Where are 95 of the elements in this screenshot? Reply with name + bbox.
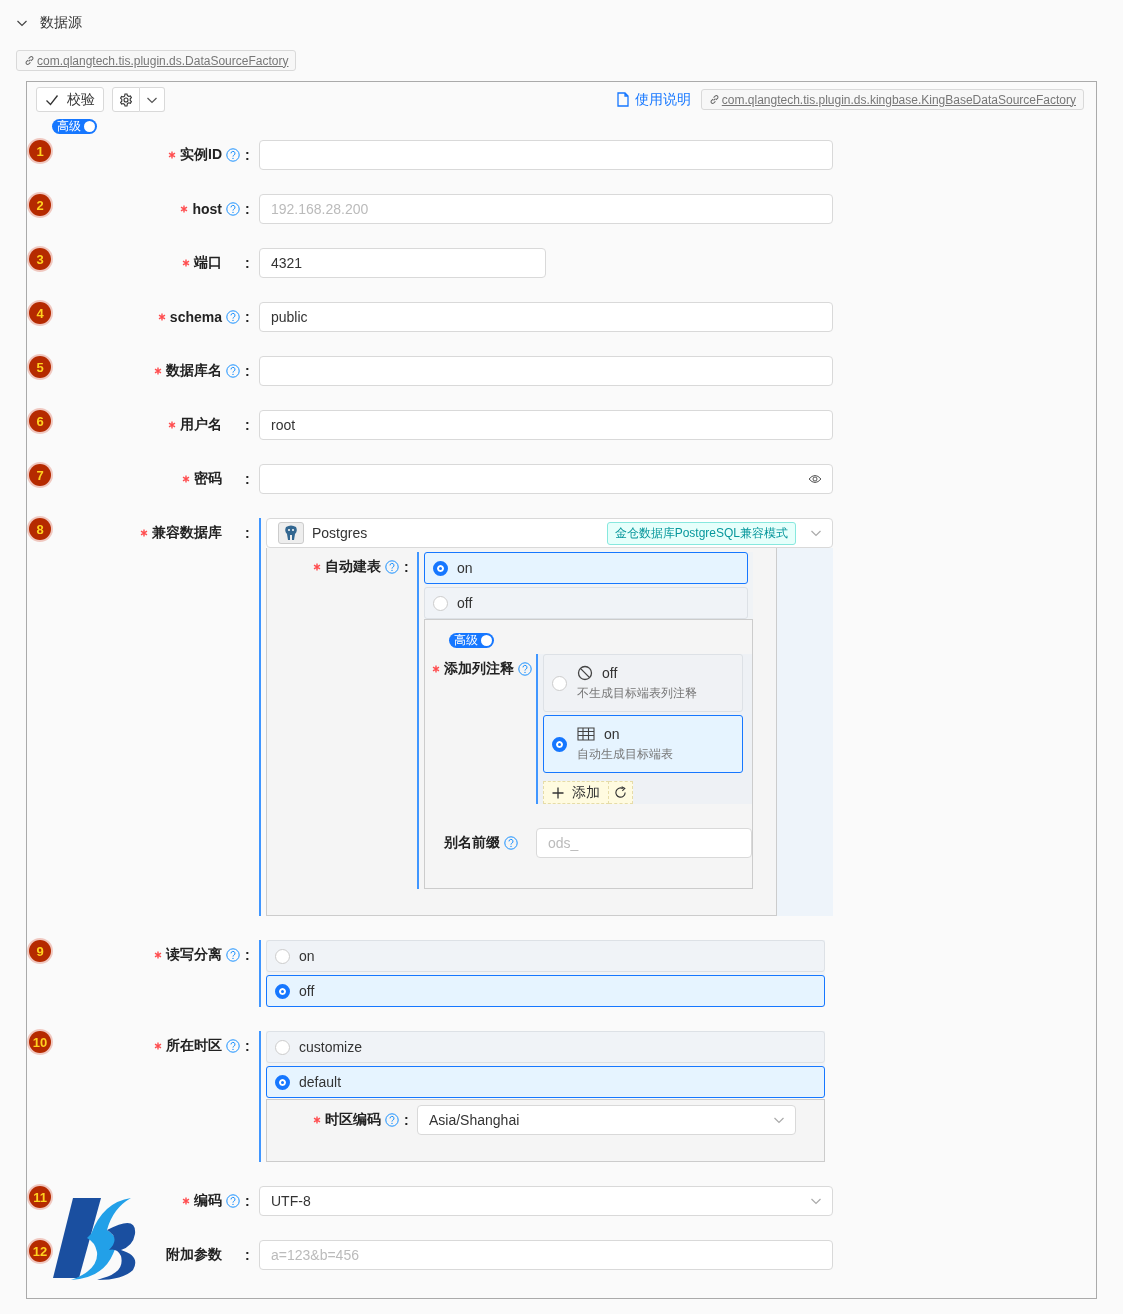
settings-icon [119, 92, 133, 107]
input-field[interactable]: 192.168.28.200 [260, 195, 832, 223]
label-colon: : [245, 947, 251, 963]
field-label: 附加参数 [166, 1246, 222, 1264]
dropdown-button[interactable] [140, 87, 165, 112]
field-label: 兼容数据库 [152, 524, 222, 542]
step-number: 4 [29, 302, 51, 324]
label-colon: : [245, 1247, 251, 1263]
step-number: 12 [29, 1240, 51, 1262]
plus-icon [552, 786, 564, 799]
manual-link[interactable]: 使用说明 [616, 90, 691, 109]
field-label: 添加列注释 [444, 660, 514, 678]
option-card[interactable]: on 自动生成目标端表 [543, 715, 743, 773]
add-button[interactable]: 添加 [543, 781, 609, 804]
radio-option[interactable]: default [266, 1066, 825, 1098]
label-colon: : [245, 1038, 251, 1054]
field-label: schema [169, 309, 222, 325]
input-field[interactable]: ods_ [537, 829, 751, 857]
label-colon: : [245, 1193, 251, 1209]
document-icon [616, 92, 629, 107]
step-number: 11 [29, 1186, 51, 1208]
radio-circle-icon [275, 1039, 290, 1055]
field-label: 密码 [194, 470, 222, 488]
label-colon: : [245, 255, 251, 271]
radio-circle-icon [552, 675, 567, 691]
table-icon [577, 726, 595, 741]
field-label: 读写分离 [166, 946, 222, 964]
section-title: 数据源 [40, 14, 82, 32]
radio-option[interactable]: on [424, 552, 748, 584]
label-colon: : [245, 363, 251, 379]
input-field[interactable]: public [260, 303, 832, 331]
step-number: 6 [29, 410, 51, 432]
select-value: Postgres [312, 525, 369, 541]
label-colon: : [245, 309, 251, 325]
radio-circle-icon [433, 595, 448, 611]
radio-circle-icon [275, 983, 290, 999]
label-colon: : [245, 147, 251, 163]
field-label: 实例ID [180, 146, 222, 164]
check-icon [45, 92, 59, 107]
field-label: 别名前缀 [444, 834, 500, 852]
step-number: 10 [29, 1031, 51, 1053]
settings-button[interactable] [112, 87, 140, 112]
radio-circle-icon [275, 948, 290, 964]
field-label: 编码 [194, 1192, 222, 1210]
radio-circle-icon [552, 736, 567, 752]
label-colon: : [245, 417, 251, 433]
radio-circle-icon [433, 560, 448, 576]
select-value: UTF-8 [271, 1193, 312, 1209]
refresh-button[interactable] [609, 781, 633, 804]
option-title: on [604, 725, 620, 742]
step-number: 3 [29, 248, 51, 270]
label-colon: : [404, 1112, 410, 1128]
option-title: off [602, 664, 618, 681]
advanced-toggle[interactable]: 高级 [52, 119, 97, 134]
step-number: 2 [29, 194, 51, 216]
label-colon: : [245, 525, 251, 541]
class-link[interactable]: com.qlangtech.tis.plugin.ds.kingbase.KingBaseDataSourceFactory [700, 89, 1084, 110]
step-number: 1 [29, 140, 51, 162]
refresh-icon [614, 786, 627, 799]
input-field[interactable]: 4321 [260, 249, 545, 277]
step-number: 5 [29, 356, 51, 378]
select-field[interactable]: Postgres 金仓数据库PostgreSQL兼容模式 [266, 518, 833, 548]
ban-icon [577, 664, 593, 681]
option-card[interactable]: off 不生成目标端表列注释 [543, 654, 743, 712]
input-field[interactable]: a=123&b=456 [260, 1241, 832, 1269]
link-icon [24, 55, 35, 66]
field-label: 端口 [194, 254, 222, 272]
field-label: 用户名 [180, 416, 222, 434]
label-colon: : [404, 559, 410, 575]
field-label: 所在时区 [166, 1037, 222, 1055]
option-description: 不生成目标端表列注释 [577, 684, 697, 702]
select-field[interactable]: UTF-8 [259, 1186, 833, 1216]
select-field[interactable]: Asia/Shanghai [417, 1105, 796, 1135]
radio-option[interactable]: on [266, 940, 825, 972]
step-number: 9 [29, 940, 51, 962]
field-label: 时区编码 [325, 1111, 381, 1129]
radio-circle-icon [275, 1074, 290, 1090]
label-colon: : [245, 201, 251, 217]
option-description: 自动生成目标端表 [577, 745, 673, 763]
field-label: 自动建表 [325, 558, 381, 576]
step-number: 7 [29, 464, 51, 486]
validate-button[interactable]: 校验 [36, 87, 104, 112]
advanced-toggle[interactable]: 高级 [449, 633, 494, 648]
field-label: host [192, 201, 222, 217]
radio-option[interactable]: off [424, 587, 748, 619]
step-number: 8 [29, 518, 51, 540]
input-field[interactable]: root [260, 411, 832, 439]
class-link[interactable]: com.qlangtech.tis.plugin.ds.DataSourceFactory [16, 50, 297, 71]
plugin-tag: 金仓数据库PostgreSQL兼容模式 [606, 521, 796, 545]
select-value: Asia/Shanghai [429, 1112, 521, 1128]
radio-option[interactable]: off [266, 975, 825, 1007]
link-icon [708, 94, 720, 105]
field-label: 数据库名 [166, 362, 222, 380]
radio-option[interactable]: customize [266, 1031, 825, 1063]
label-colon: : [245, 471, 251, 487]
